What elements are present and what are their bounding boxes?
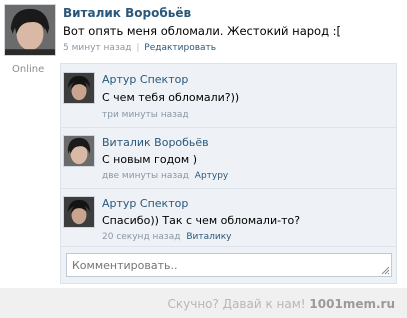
post-text: Вот опять меня обломали. Жестокий народ …: [63, 24, 342, 38]
avatar-photo: [64, 136, 94, 166]
reply-meta: 20 секунд назад Виталику: [102, 232, 231, 242]
reply-to-link[interactable]: Виталику: [186, 232, 231, 242]
post-author-name[interactable]: Виталик Воробьёв: [63, 6, 191, 20]
reply-avatar[interactable]: [63, 196, 95, 228]
reply-to-link[interactable]: Артуру: [195, 171, 228, 181]
reply-text: Спасибо)) Так с чем обломали-то?: [102, 214, 301, 227]
reply-text: С новым годом ): [102, 153, 197, 166]
online-status: Online: [12, 64, 45, 75]
reply-avatar[interactable]: [63, 72, 95, 104]
avatar-photo: [64, 197, 94, 227]
footer-bar: Скучно? Давай к нам! 1001mem.ru: [0, 288, 407, 318]
post-time[interactable]: 5 минут назад: [63, 43, 131, 53]
meta-separator: |: [136, 43, 140, 53]
reply-time[interactable]: две минуты назад: [102, 171, 189, 181]
footer-brand: 1001mem.ru: [309, 297, 395, 311]
reply-divider: [60, 188, 397, 189]
reply-meta: три минуты назад: [102, 110, 189, 120]
footer-text: Скучно? Давай к нам! 1001mem.ru: [168, 297, 396, 311]
reply-time[interactable]: 20 секунд назад: [102, 232, 180, 242]
edit-link[interactable]: Редактировать: [144, 43, 216, 53]
avatar-photo: [5, 5, 55, 55]
reply-meta: две минуты назад Артуру: [102, 171, 228, 181]
reply-divider: [60, 127, 397, 128]
resize-grip-icon[interactable]: [380, 265, 390, 275]
reply-author-name[interactable]: Артур Спектор: [102, 73, 188, 86]
reply-divider: [60, 246, 397, 247]
comment-input[interactable]: [66, 253, 392, 277]
author-avatar[interactable]: [4, 4, 56, 56]
footer-slogan: Скучно? Давай к нам!: [167, 297, 306, 311]
post-meta: 5 минут назад | Редактировать: [63, 43, 216, 53]
reply-text: С чем тебя обломали?)): [102, 91, 240, 104]
reply-author-name[interactable]: Артур Спектор: [102, 197, 188, 210]
reply-time[interactable]: три минуты назад: [102, 110, 189, 120]
avatar-photo: [64, 73, 94, 103]
reply-author-name[interactable]: Виталик Воробьёв: [102, 136, 209, 149]
reply-avatar[interactable]: [63, 135, 95, 167]
